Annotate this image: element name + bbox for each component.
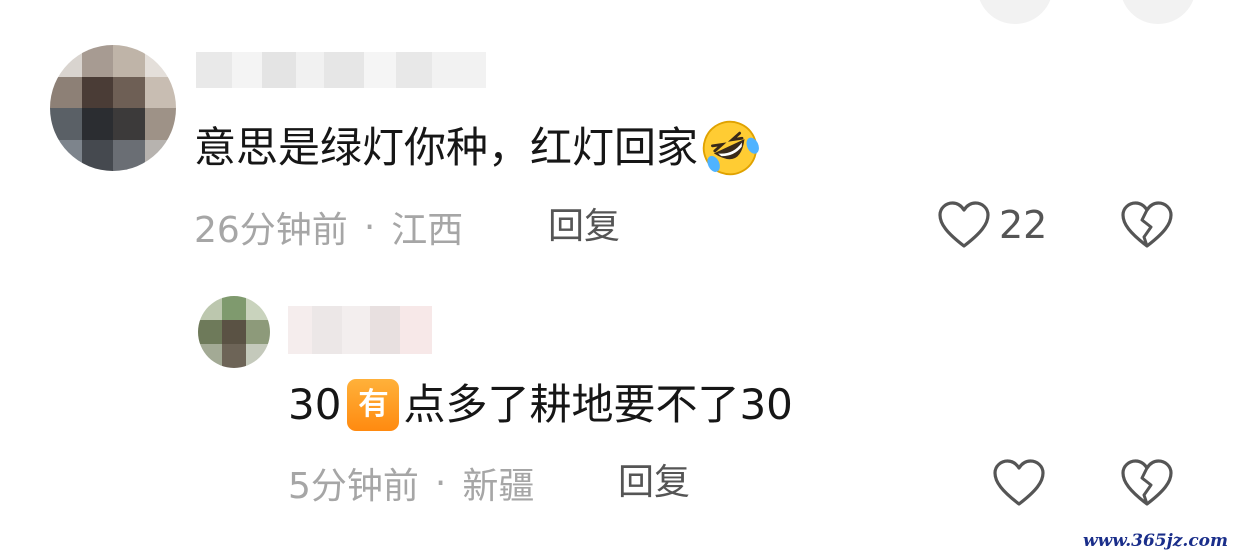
comment-location: 新疆: [462, 466, 535, 507]
comment-body-prefix: 30: [288, 380, 342, 429]
comment-body: 意思是绿灯你种，红灯回家: [194, 123, 699, 172]
avatar[interactable]: [198, 296, 270, 368]
meta-separator: ·: [363, 206, 376, 248]
comment-meta: 26分钟前 · 江西: [194, 202, 463, 252]
heart-outline-icon[interactable]: [992, 458, 1046, 508]
comment-time: 26分钟前: [194, 210, 348, 251]
comment-1: 意思是绿灯你种，红灯回家 26分钟前 · 江西 回复 22: [0, 0, 1236, 270]
comment-text: 意思是绿灯你种，红灯回家: [194, 118, 760, 178]
laughing-emoji-icon: [702, 120, 759, 176]
you-tag-badge: 有: [347, 379, 400, 431]
avatar[interactable]: [50, 45, 176, 171]
broken-heart-icon[interactable]: [1120, 200, 1174, 250]
like-count: 22: [999, 203, 1048, 247]
username-pixelated[interactable]: [288, 306, 432, 354]
username-pixelated[interactable]: [196, 52, 486, 88]
comment-meta: 5分钟前 · 新疆: [288, 458, 534, 508]
comment-text: 30 有 点多了耕地要不了30: [288, 376, 793, 434]
comment-body-suffix: 点多了耕地要不了30: [403, 380, 793, 429]
reply-button[interactable]: 回复: [548, 202, 620, 252]
broken-heart-icon[interactable]: [1120, 458, 1174, 508]
comment-2: 30 有 点多了耕地要不了30 5分钟前 · 新疆 回复: [0, 280, 1236, 555]
comment-time: 5分钟前: [288, 466, 419, 507]
like-button[interactable]: 22: [937, 196, 1047, 254]
heart-outline-icon: [938, 201, 990, 248]
reply-button[interactable]: 回复: [618, 458, 690, 508]
watermark: www.365jz.com: [1075, 527, 1236, 555]
comment-location: 江西: [391, 210, 464, 251]
meta-separator: ·: [434, 462, 447, 504]
